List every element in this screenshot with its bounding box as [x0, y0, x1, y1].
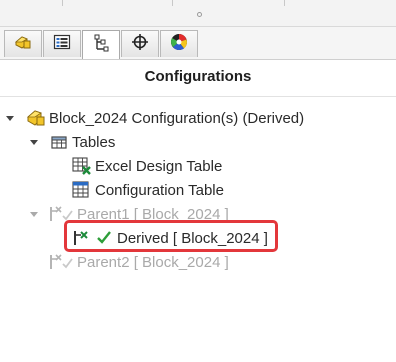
- excel-design-table-icon: [72, 156, 92, 176]
- tab-dimxpert-manager[interactable]: [121, 30, 159, 57]
- tree-item-tables[interactable]: Tables: [49, 131, 115, 153]
- divider: [0, 96, 396, 97]
- divider: [62, 0, 63, 6]
- tab-display-manager[interactable]: [160, 30, 198, 57]
- tree-item-parent2[interactable]: Parent2 [ Block_2024 ]: [48, 251, 229, 273]
- tree-item-parent2-label: Parent2 [ Block_2024 ]: [77, 253, 229, 271]
- expand-root-toggle[interactable]: [6, 116, 14, 121]
- tree-item-excel-design-table[interactable]: Excel Design Table: [72, 155, 222, 177]
- divider: [172, 0, 173, 6]
- tree-item-excel-design-table-label: Excel Design Table: [95, 157, 223, 175]
- tree-item-configuration-table-label: Configuration Table: [95, 181, 224, 199]
- tab-feature-manager[interactable]: [4, 30, 42, 57]
- expand-parent1-toggle[interactable]: [30, 212, 38, 217]
- tab-property-manager[interactable]: [43, 30, 81, 57]
- tree-item-root[interactable]: Block_2024 Configuration(s) (Derived): [26, 107, 304, 129]
- configuration-manager-icon: [92, 34, 110, 56]
- divider: [284, 0, 285, 6]
- crosshair-icon: [131, 33, 149, 55]
- splitter-grip-icon[interactable]: [197, 12, 202, 17]
- tree-item-configuration-table[interactable]: Configuration Table: [72, 179, 224, 201]
- manager-tab-bar: [0, 27, 396, 60]
- tree-item-tables-label: Tables: [72, 133, 116, 151]
- panel-title: Configurations: [144, 68, 252, 85]
- appearance-sphere-icon: [169, 32, 189, 56]
- property-list-icon: [53, 34, 71, 54]
- highlight-callout: [64, 220, 278, 252]
- table-folder-icon: [49, 132, 69, 152]
- derived-config-icon: [48, 252, 74, 272]
- expand-tables-toggle[interactable]: [30, 140, 38, 145]
- tree-item-root-label: Block_2024 Configuration(s) (Derived): [49, 109, 305, 127]
- top-strip: [0, 0, 396, 27]
- tab-configuration-manager[interactable]: [82, 30, 120, 59]
- part-icon: [13, 33, 33, 55]
- part-icon: [26, 108, 46, 128]
- configuration-table-icon: [72, 180, 92, 200]
